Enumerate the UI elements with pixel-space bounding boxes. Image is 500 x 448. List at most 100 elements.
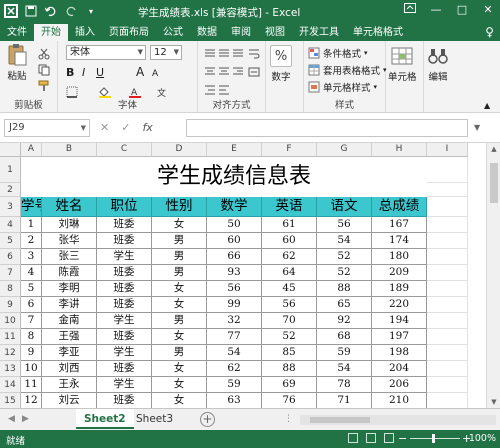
table-cell[interactable]: 8 — [21, 329, 42, 345]
column-header-b[interactable]: B — [42, 143, 97, 157]
empty-cell[interactable] — [427, 281, 468, 297]
shrink-font-button[interactable]: A — [152, 67, 158, 81]
table-cell[interactable]: 刘琳 — [42, 217, 97, 233]
table-cell[interactable]: 88 — [262, 361, 317, 377]
table-header-cell[interactable]: 姓名 — [42, 197, 97, 217]
number-format-button[interactable]: % 数字 — [270, 45, 292, 83]
cut-icon[interactable] — [38, 47, 50, 60]
table-cell[interactable]: 174 — [372, 233, 427, 249]
table-cell[interactable]: 60 — [262, 233, 317, 249]
maximize-button[interactable]: □ — [454, 3, 470, 16]
table-cell[interactable]: 45 — [262, 281, 317, 297]
empty-cell[interactable] — [427, 329, 468, 345]
table-cell[interactable]: 学生 — [97, 249, 152, 265]
table-cell[interactable]: 167 — [372, 217, 427, 233]
row-header[interactable]: 6 — [0, 249, 21, 265]
table-cell[interactable]: 女 — [152, 281, 207, 297]
tell-me-icon[interactable]: ♀ — [479, 24, 500, 41]
vertical-scroll-thumb[interactable] — [490, 163, 498, 203]
table-cell[interactable]: 69 — [262, 377, 317, 393]
zoom-slider-knob[interactable] — [432, 434, 435, 443]
underline-button[interactable]: U — [96, 66, 104, 80]
tab-developer[interactable]: 开发工具 — [292, 24, 346, 41]
row-header[interactable]: 1 — [0, 157, 21, 183]
italic-button[interactable]: I — [82, 66, 85, 80]
indent-icon[interactable] — [204, 83, 244, 96]
zoom-level[interactable]: 100% — [469, 433, 496, 444]
empty-cell[interactable] — [427, 197, 468, 217]
horizontal-scrollbar[interactable] — [300, 415, 496, 425]
table-cell[interactable]: 56 — [262, 297, 317, 313]
tab-scroll-icon[interactable]: ⋮ — [284, 414, 293, 424]
insert-function-icon[interactable]: fx — [142, 121, 152, 134]
table-cell[interactable]: 56 — [207, 281, 262, 297]
copy-icon[interactable] — [38, 63, 50, 76]
row-header[interactable]: 9 — [0, 297, 21, 313]
table-cell[interactable]: 学生 — [97, 313, 152, 329]
table-cell[interactable]: 204 — [372, 361, 427, 377]
table-header-cell[interactable]: 性别 — [152, 197, 207, 217]
zoom-out-button[interactable]: − — [398, 432, 407, 445]
scroll-down-icon[interactable]: ▼ — [487, 398, 500, 406]
row-header[interactable]: 5 — [0, 233, 21, 249]
expand-formula-bar-icon[interactable]: ▼ — [474, 123, 480, 132]
table-cell[interactable]: 3 — [21, 249, 42, 265]
table-header-cell[interactable]: 职位 — [97, 197, 152, 217]
cell-styles-button[interactable]: 单元格样式 ▾ — [308, 80, 377, 94]
save-icon[interactable] — [24, 4, 38, 18]
formula-input[interactable] — [186, 119, 468, 137]
table-cell[interactable]: 9 — [21, 345, 42, 361]
table-cell[interactable]: 班委 — [97, 281, 152, 297]
row-header[interactable]: 13 — [0, 361, 21, 377]
paste-button[interactable]: 粘贴 — [6, 44, 28, 82]
scroll-up-icon[interactable]: ▲ — [487, 145, 500, 153]
tab-formulas[interactable]: 公式 — [156, 24, 190, 41]
empty-cell[interactable] — [427, 297, 468, 313]
empty-cell[interactable] — [427, 233, 468, 249]
table-cell[interactable]: 4 — [21, 265, 42, 281]
row-header[interactable]: 10 — [0, 313, 21, 329]
table-cell[interactable]: 65 — [317, 297, 372, 313]
table-cell[interactable]: 78 — [317, 377, 372, 393]
table-cell[interactable]: 刘西 — [42, 361, 97, 377]
table-cell[interactable]: 王永 — [42, 377, 97, 393]
table-cell[interactable]: 56 — [317, 217, 372, 233]
format-as-table-button[interactable]: 套用表格格式 ▾ — [308, 63, 387, 77]
table-header-cell[interactable]: 英语 — [262, 197, 317, 217]
column-header-e[interactable]: E — [207, 143, 262, 157]
vertical-scrollbar[interactable]: ▲ ▼ — [486, 143, 500, 408]
redo-icon[interactable] — [64, 4, 78, 18]
table-cell[interactable]: 54 — [207, 345, 262, 361]
table-cell[interactable]: 194 — [372, 313, 427, 329]
page-layout-view-icon[interactable] — [366, 433, 376, 443]
empty-cell[interactable] — [427, 361, 468, 377]
table-cell[interactable]: 男 — [152, 313, 207, 329]
empty-cell[interactable] — [427, 217, 468, 233]
table-cell[interactable]: 92 — [317, 313, 372, 329]
table-header-cell[interactable]: 学号 — [21, 197, 42, 217]
table-cell[interactable]: 李亚 — [42, 345, 97, 361]
grow-font-button[interactable]: A — [136, 65, 144, 79]
table-cell[interactable]: 班委 — [97, 361, 152, 377]
row-header[interactable]: 2 — [0, 183, 21, 197]
font-size-select[interactable]: 12 ▼ — [150, 45, 182, 60]
row-header[interactable]: 15 — [0, 393, 21, 408]
table-cell[interactable]: 62 — [207, 361, 262, 377]
table-cell[interactable]: 198 — [372, 345, 427, 361]
table-cell[interactable]: 男 — [152, 233, 207, 249]
font-name-select[interactable]: 宋体 ▼ — [66, 45, 146, 60]
table-cell[interactable]: 220 — [372, 297, 427, 313]
empty-cell[interactable] — [427, 393, 468, 408]
conditional-format-button[interactable]: 条件格式 ▾ — [308, 46, 368, 60]
table-cell[interactable]: 7 — [21, 313, 42, 329]
table-cell[interactable]: 学生 — [97, 345, 152, 361]
table-cell[interactable]: 5 — [21, 281, 42, 297]
table-cell[interactable]: 63 — [207, 393, 262, 408]
add-sheet-button[interactable]: + — [200, 412, 215, 427]
sheet-tab-sheet3[interactable]: Sheet3 — [128, 409, 181, 429]
table-cell[interactable]: 11 — [21, 377, 42, 393]
tab-data[interactable]: 数据 — [190, 24, 224, 41]
page-break-view-icon[interactable] — [384, 433, 394, 443]
ribbon-display-options-icon[interactable] — [402, 3, 418, 16]
table-cell[interactable]: 85 — [262, 345, 317, 361]
